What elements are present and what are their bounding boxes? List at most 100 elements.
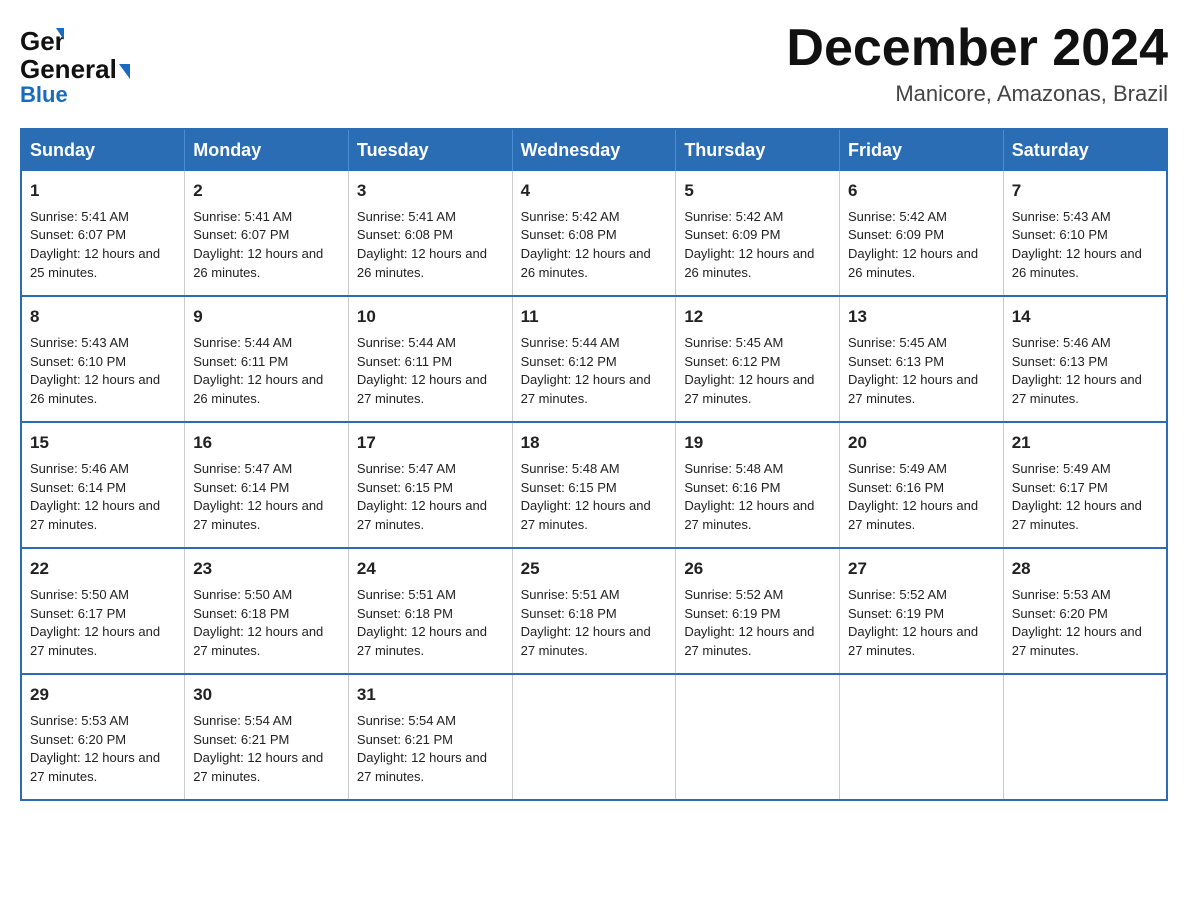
calendar-week-row: 1 Sunrise: 5:41 AMSunset: 6:07 PMDaylight… [21,171,1167,296]
day-info: Sunrise: 5:49 AMSunset: 6:17 PMDaylight:… [1012,461,1142,533]
day-info: Sunrise: 5:41 AMSunset: 6:07 PMDaylight:… [193,209,323,281]
calendar-day-cell: 13 Sunrise: 5:45 AMSunset: 6:13 PMDayligh… [840,296,1004,422]
calendar-week-row: 29 Sunrise: 5:53 AMSunset: 6:20 PMDayligh… [21,674,1167,800]
day-info: Sunrise: 5:44 AMSunset: 6:11 PMDaylight:… [193,335,323,407]
day-number: 1 [30,179,176,204]
day-info: Sunrise: 5:52 AMSunset: 6:19 PMDaylight:… [684,587,814,659]
calendar-week-row: 15Sunrise: 5:46 AMSunset: 6:14 PMDayligh… [21,422,1167,548]
day-info: Sunrise: 5:45 AMSunset: 6:12 PMDaylight:… [684,335,814,407]
header-wednesday: Wednesday [512,129,676,171]
weekday-header-row: Sunday Monday Tuesday Wednesday Thursday… [21,129,1167,171]
calendar-day-cell: 24 Sunrise: 5:51 AMSunset: 6:18 PMDayligh… [348,548,512,674]
day-info: Sunrise: 5:48 AMSunset: 6:16 PMDaylight:… [684,461,814,533]
day-info: Sunrise: 5:46 AMSunset: 6:13 PMDaylight:… [1012,335,1142,407]
calendar-day-cell: 9 Sunrise: 5:44 AMSunset: 6:11 PMDaylight… [185,296,349,422]
day-number: 6 [848,179,995,204]
calendar-day-cell [840,674,1004,800]
day-info: Sunrise: 5:45 AMSunset: 6:13 PMDaylight:… [848,335,978,407]
day-number: 8 [30,305,176,330]
calendar-day-cell: 11 Sunrise: 5:44 AMSunset: 6:12 PMDayligh… [512,296,676,422]
day-number: 24 [357,557,504,582]
day-info: Sunrise: 5:54 AMSunset: 6:21 PMDaylight:… [357,713,487,785]
calendar-day-cell: 28Sunrise: 5:53 AMSunset: 6:20 PMDayligh… [1003,548,1167,674]
day-number: 9 [193,305,340,330]
day-number: 10 [357,305,504,330]
calendar-day-cell: 12 Sunrise: 5:45 AMSunset: 6:12 PMDayligh… [676,296,840,422]
day-number: 12 [684,305,831,330]
day-number: 27 [848,557,995,582]
calendar-day-cell: 31 Sunrise: 5:54 AMSunset: 6:21 PMDayligh… [348,674,512,800]
day-info: Sunrise: 5:53 AMSunset: 6:20 PMDaylight:… [1012,587,1142,659]
day-number: 17 [357,431,504,456]
calendar-day-cell: 23 Sunrise: 5:50 AMSunset: 6:18 PMDayligh… [185,548,349,674]
calendar-week-row: 8 Sunrise: 5:43 AMSunset: 6:10 PMDaylight… [21,296,1167,422]
calendar-day-cell: 7 Sunrise: 5:43 AMSunset: 6:10 PMDaylight… [1003,171,1167,296]
calendar-day-cell: 27Sunrise: 5:52 AMSunset: 6:19 PMDayligh… [840,548,1004,674]
day-number: 11 [521,305,668,330]
calendar-day-cell: 8 Sunrise: 5:43 AMSunset: 6:10 PMDaylight… [21,296,185,422]
calendar-day-cell: 15Sunrise: 5:46 AMSunset: 6:14 PMDayligh… [21,422,185,548]
calendar-day-cell: 21 Sunrise: 5:49 AMSunset: 6:17 PMDayligh… [1003,422,1167,548]
day-number: 3 [357,179,504,204]
day-info: Sunrise: 5:50 AMSunset: 6:18 PMDaylight:… [193,587,323,659]
calendar-day-cell: 22 Sunrise: 5:50 AMSunset: 6:17 PMDayligh… [21,548,185,674]
calendar-day-cell: 16Sunrise: 5:47 AMSunset: 6:14 PMDayligh… [185,422,349,548]
calendar-day-cell: 1 Sunrise: 5:41 AMSunset: 6:07 PMDaylight… [21,171,185,296]
calendar-day-cell: 10 Sunrise: 5:44 AMSunset: 6:11 PMDayligh… [348,296,512,422]
header-saturday: Saturday [1003,129,1167,171]
day-number: 4 [521,179,668,204]
day-info: Sunrise: 5:41 AMSunset: 6:08 PMDaylight:… [357,209,487,281]
day-number: 7 [1012,179,1158,204]
day-info: Sunrise: 5:44 AMSunset: 6:11 PMDaylight:… [357,335,487,407]
day-info: Sunrise: 5:51 AMSunset: 6:18 PMDaylight:… [357,587,487,659]
day-number: 31 [357,683,504,708]
day-number: 29 [30,683,176,708]
calendar-day-cell: 5Sunrise: 5:42 AMSunset: 6:09 PMDaylight… [676,171,840,296]
calendar-day-cell: 3 Sunrise: 5:41 AMSunset: 6:08 PMDaylight… [348,171,512,296]
day-info: Sunrise: 5:53 AMSunset: 6:20 PMDaylight:… [30,713,160,785]
day-number: 16 [193,431,340,456]
calendar-day-cell [512,674,676,800]
day-number: 22 [30,557,176,582]
location-label: Manicore, Amazonas, Brazil [786,81,1168,107]
day-info: Sunrise: 5:54 AMSunset: 6:21 PMDaylight:… [193,713,323,785]
day-info: Sunrise: 5:48 AMSunset: 6:15 PMDaylight:… [521,461,651,533]
day-info: Sunrise: 5:41 AMSunset: 6:07 PMDaylight:… [30,209,160,281]
header-monday: Monday [185,129,349,171]
calendar-day-cell: 14 Sunrise: 5:46 AMSunset: 6:13 PMDayligh… [1003,296,1167,422]
page-header: General General Blue December 2024 Manic… [20,20,1168,108]
day-info: Sunrise: 5:44 AMSunset: 6:12 PMDaylight:… [521,335,651,407]
header-friday: Friday [840,129,1004,171]
day-number: 23 [193,557,340,582]
day-info: Sunrise: 5:47 AMSunset: 6:15 PMDaylight:… [357,461,487,533]
header-tuesday: Tuesday [348,129,512,171]
day-number: 25 [521,557,668,582]
calendar-day-cell: 26Sunrise: 5:52 AMSunset: 6:19 PMDayligh… [676,548,840,674]
calendar-day-cell: 4Sunrise: 5:42 AMSunset: 6:08 PMDaylight… [512,171,676,296]
calendar-day-cell: 19 Sunrise: 5:48 AMSunset: 6:16 PMDayligh… [676,422,840,548]
day-number: 14 [1012,305,1158,330]
day-info: Sunrise: 5:43 AMSunset: 6:10 PMDaylight:… [30,335,160,407]
calendar-day-cell: 20Sunrise: 5:49 AMSunset: 6:16 PMDayligh… [840,422,1004,548]
calendar-week-row: 22 Sunrise: 5:50 AMSunset: 6:17 PMDayligh… [21,548,1167,674]
calendar-day-cell [676,674,840,800]
title-section: December 2024 Manicore, Amazonas, Brazil [786,20,1168,107]
calendar-day-cell: 2 Sunrise: 5:41 AMSunset: 6:07 PMDaylight… [185,171,349,296]
day-number: 19 [684,431,831,456]
calendar-day-cell: 29 Sunrise: 5:53 AMSunset: 6:20 PMDayligh… [21,674,185,800]
day-info: Sunrise: 5:51 AMSunset: 6:18 PMDaylight:… [521,587,651,659]
calendar-day-cell [1003,674,1167,800]
day-number: 21 [1012,431,1158,456]
calendar-day-cell: 30 Sunrise: 5:54 AMSunset: 6:21 PMDayligh… [185,674,349,800]
month-title: December 2024 [786,20,1168,77]
logo: General General Blue [20,20,130,108]
header-sunday: Sunday [21,129,185,171]
day-number: 30 [193,683,340,708]
day-info: Sunrise: 5:42 AMSunset: 6:09 PMDaylight:… [684,209,814,281]
day-number: 2 [193,179,340,204]
day-info: Sunrise: 5:43 AMSunset: 6:10 PMDaylight:… [1012,209,1142,281]
logo-general-text: General [20,54,117,84]
calendar-day-cell: 17 Sunrise: 5:47 AMSunset: 6:15 PMDayligh… [348,422,512,548]
day-info: Sunrise: 5:50 AMSunset: 6:17 PMDaylight:… [30,587,160,659]
day-number: 13 [848,305,995,330]
